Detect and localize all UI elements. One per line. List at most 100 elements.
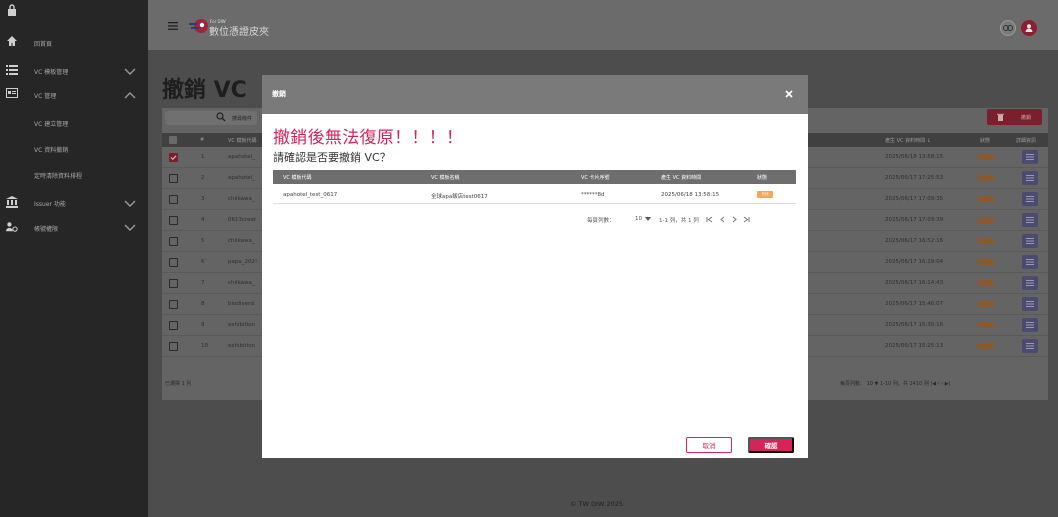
detail-button[interactable]: [1022, 276, 1038, 290]
status-badge: [978, 175, 994, 181]
caret-down-icon[interactable]: [645, 217, 651, 222]
cell-created-time: 2025/06/17 16:19:04: [885, 259, 944, 265]
list-detail-icon: [1026, 322, 1034, 328]
column-header-card-serial: VC 卡片序號: [581, 175, 610, 181]
cell-vc-code: 0613creat: [228, 217, 257, 223]
lock-icon: [6, 4, 18, 16]
status-badge: [978, 154, 994, 160]
chevron-up-icon: [124, 92, 136, 99]
list-icon: [6, 64, 18, 76]
user-icon: [1025, 24, 1033, 32]
detail-button[interactable]: [1022, 339, 1038, 353]
cell-created-time: 2025/06/17 17:25:53: [885, 175, 944, 181]
sidebar-item-label: VC 管理: [34, 93, 57, 100]
sidebar-item-label: 回首頁: [34, 41, 53, 48]
chevron-down-icon: [124, 224, 136, 231]
row-checkbox[interactable]: [169, 300, 178, 309]
column-header-vc-name: VC 模板名稱: [431, 175, 460, 181]
sidebar-item-scheduled-cleanup[interactable]: 定時清除資料排程: [34, 171, 82, 180]
detail-button[interactable]: [1022, 255, 1038, 269]
revoke-button[interactable]: 撤銷: [987, 109, 1042, 125]
hamburger-menu-icon[interactable]: [168, 22, 178, 30]
detail-button[interactable]: [1022, 192, 1038, 206]
column-header-created-time: 產生 VC 資料時間: [661, 175, 702, 181]
list-detail-icon: [1026, 217, 1034, 223]
detail-button[interactable]: [1022, 150, 1038, 164]
cell-number: 1: [201, 154, 205, 160]
cell-number: 2: [201, 175, 205, 181]
detail-button[interactable]: [1022, 297, 1038, 311]
column-header-status: 狀態: [980, 138, 991, 144]
status-badge: [978, 301, 994, 307]
dialog-table-header: [273, 170, 796, 184]
link-button[interactable]: [1000, 20, 1016, 36]
detail-button[interactable]: [1022, 318, 1038, 332]
cell-number: 4: [201, 217, 205, 223]
status-badge: [978, 343, 994, 349]
user-avatar-button[interactable]: [1021, 20, 1037, 36]
list-detail-icon: [1026, 301, 1034, 307]
users-gear-icon: [6, 221, 18, 233]
cell-vc-code: apahotel_test_0617: [283, 192, 338, 198]
search-icon: [216, 112, 226, 122]
list-detail-icon: [1026, 280, 1034, 286]
cell-vc-name: 全球apa飯店test0617: [431, 194, 488, 200]
row-checkbox[interactable]: [169, 153, 178, 162]
rows-per-page-select[interactable]: 10: [635, 216, 642, 222]
cell-vc-code: exhibition: [228, 322, 256, 328]
sidebar-item-vc-create[interactable]: VC 建立管理: [34, 119, 68, 128]
revoke-button-label: 撤銷: [1021, 115, 1032, 121]
cell-number: 7: [201, 280, 205, 286]
cell-number: 8: [201, 301, 205, 307]
column-header-vc-code[interactable]: VC 模板代碼: [228, 137, 257, 144]
cancel-button[interactable]: 取消: [686, 437, 732, 453]
bank-icon: [6, 196, 18, 208]
first-page-icon[interactable]: [706, 216, 713, 223]
search-filter-label: 搜尋條件: [232, 116, 253, 122]
row-checkbox[interactable]: [169, 279, 178, 288]
confirm-question: 請確認是否要撤銷 VC？: [273, 151, 391, 164]
select-all-checkbox[interactable]: [169, 136, 177, 144]
home-icon: [6, 35, 18, 47]
next-page-icon[interactable]: [731, 216, 738, 223]
status-badge: [978, 280, 994, 286]
cell-created-time: 2025/06/17 16:14:43: [885, 280, 944, 286]
row-checkbox[interactable]: [169, 321, 178, 330]
cell-vc-code: apahotel_: [228, 154, 255, 160]
close-icon[interactable]: [782, 87, 796, 101]
last-page-icon[interactable]: [743, 216, 750, 223]
detail-button[interactable]: [1022, 234, 1038, 248]
row-checkbox[interactable]: [169, 174, 178, 183]
list-detail-icon: [1026, 154, 1034, 160]
confirm-button[interactable]: 確認: [748, 437, 794, 453]
row-checkbox[interactable]: [169, 216, 178, 225]
column-header-created-time[interactable]: 產生 VC 資料時間 ↓: [885, 137, 931, 144]
table-pagination[interactable]: 每頁列數： 10 ▼ 1-10 列，共 2410 列 |◀ ‹ › ▶|: [840, 380, 950, 387]
app-logo-icon: [189, 19, 208, 33]
prev-page-icon[interactable]: [719, 216, 726, 223]
list-detail-icon: [1026, 238, 1034, 244]
detail-button[interactable]: [1022, 171, 1038, 185]
cell-number: 10: [201, 343, 208, 349]
column-header-detail: 詳細資訊: [1016, 138, 1037, 144]
list-detail-icon: [1026, 343, 1034, 349]
cell-vc-code: chiikawa_: [228, 196, 255, 202]
status-badge: [978, 217, 994, 223]
row-checkbox[interactable]: [169, 237, 178, 246]
row-checkbox[interactable]: [169, 258, 178, 267]
dialog-title: 撤銷: [272, 90, 286, 98]
cell-vc-code: biodiversi: [228, 301, 255, 307]
sidebar: 回首頁 VC 模板管理 VC 管理 VC 建立管理 VC 資料撤銷 定時清除資料…: [0, 0, 148, 517]
detail-button[interactable]: [1022, 213, 1038, 227]
trash-icon: [997, 113, 1004, 121]
chevron-down-icon: [124, 200, 136, 207]
row-checkbox[interactable]: [169, 195, 178, 204]
status-badge: [978, 259, 994, 265]
cell-created-time: 2025/06/17 17:03:39: [885, 217, 944, 223]
row-checkbox[interactable]: [169, 342, 178, 351]
sidebar-item-label: VC 模板管理: [34, 69, 69, 76]
cell-vc-code: chiikawa_: [228, 238, 255, 244]
cell-vc-code: apahotel_: [228, 175, 255, 181]
status-badge: [978, 238, 994, 244]
sidebar-item-vc-revoke[interactable]: VC 資料撤銷: [34, 145, 68, 154]
